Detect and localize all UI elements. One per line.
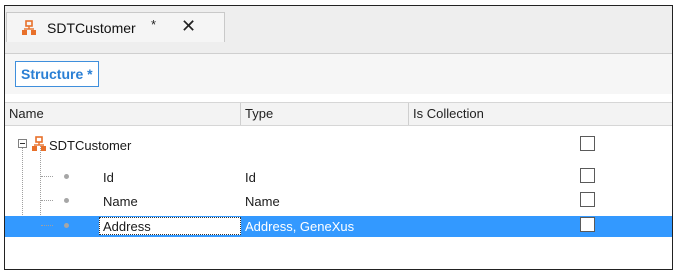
item-name: Name (103, 194, 138, 209)
sdt-structure-icon (32, 136, 46, 151)
sdt-structure-icon (22, 20, 36, 35)
tree-row-item[interactable]: Name Name (5, 191, 672, 212)
column-header-type[interactable]: Type (241, 103, 409, 125)
is-collection-checkbox[interactable] (580, 217, 595, 232)
attribute-bullet-icon (64, 174, 69, 179)
document-tabstrip: SDTCustomer * ✕ (5, 6, 672, 54)
attribute-bullet-icon (64, 223, 69, 228)
is-collection-checkbox[interactable] (580, 136, 595, 151)
tree-row-item[interactable]: Id Id (5, 167, 672, 188)
item-name: Id (103, 170, 114, 185)
document-tab-sdtcustomer[interactable]: SDTCustomer * ✕ (6, 12, 225, 42)
tab-structure[interactable]: Structure * (15, 61, 99, 87)
sdt-editor-window: SDTCustomer * ✕ Structure * Name Type Is… (4, 5, 673, 270)
column-header-name[interactable]: Name (5, 103, 241, 125)
grid-header: Name Type Is Collection (5, 102, 672, 126)
item-type: Id (245, 170, 256, 185)
item-type: Name (245, 194, 280, 209)
unsaved-marker: * (151, 17, 157, 32)
root-name: SDTCustomer (49, 138, 132, 153)
tab-title: SDTCustomer (47, 20, 136, 36)
editor-subtabs: Structure * (5, 54, 672, 94)
is-collection-checkbox[interactable] (580, 168, 595, 183)
tree-row-root[interactable]: SDTCustomer (5, 135, 672, 156)
is-collection-checkbox[interactable] (580, 192, 595, 207)
column-header-is-collection[interactable]: Is Collection (409, 103, 672, 125)
tree-connector (41, 176, 53, 177)
tree-connector (41, 225, 53, 226)
item-name: Address (103, 219, 151, 234)
close-icon[interactable]: ✕ (181, 16, 196, 37)
tree-connector (41, 200, 53, 201)
attribute-bullet-icon (64, 198, 69, 203)
collapse-icon[interactable] (18, 139, 27, 148)
tree-row-item-selected[interactable]: Address Address, GeneXus (5, 216, 672, 237)
item-type: Address, GeneXus (245, 219, 355, 234)
